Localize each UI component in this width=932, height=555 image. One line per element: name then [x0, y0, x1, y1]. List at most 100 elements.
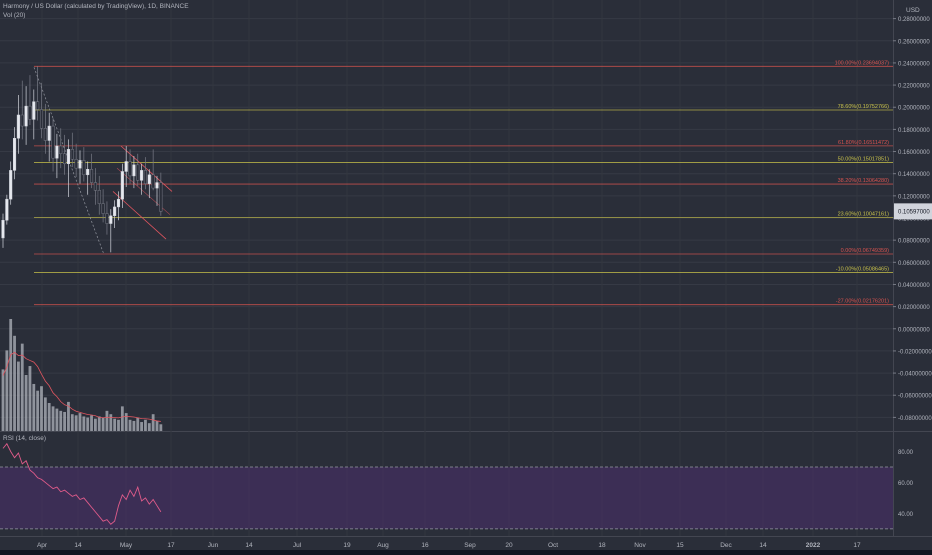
candle-body [66, 149, 71, 164]
time-tick-label: 17 [167, 542, 175, 549]
price-tick-label: 0.18000000 [898, 128, 930, 134]
volume-bar [24, 375, 28, 431]
candle-body [78, 160, 82, 169]
candle-body [63, 153, 67, 164]
rsi-band-fill [0, 466, 893, 529]
volume-bar [155, 420, 159, 431]
time-tick-label: May [120, 542, 133, 549]
price-tick-label: 0.16000000 [898, 150, 930, 156]
volume-bar [86, 417, 90, 431]
rsi-tick-label: 80.00 [898, 450, 914, 456]
time-tick-label: 19 [343, 542, 351, 549]
candle-body [13, 137, 17, 171]
volume-bar [28, 366, 32, 431]
candle-body [93, 182, 97, 191]
fib-level-label: 78.60%(0.19752766) [838, 104, 890, 110]
chart-svg[interactable]: 100.00%(0.23694037) 78.60%(0.19752766) 61.… [0, 0, 932, 550]
time-tick-label: Nov [634, 542, 646, 549]
fib-level-label: 23.60%(0.10047161) [838, 211, 890, 217]
time-tick-label: 18 [598, 542, 606, 549]
candle-body [5, 198, 9, 221]
volume-bar [105, 410, 109, 431]
volume-bar [13, 335, 16, 431]
candle-body [151, 174, 155, 189]
fib-level-label: 61.80%(0.16511472) [838, 140, 889, 146]
candle-body [9, 170, 13, 200]
candle-body [51, 125, 55, 159]
candle-body [74, 159, 78, 169]
price-tick-label: 0.26000000 [898, 39, 930, 45]
price-axis[interactable]: 0.28000000 0.26000000 0.24000000 0.22000000… [893, 17, 932, 518]
volume-bar [132, 420, 136, 431]
volume-bar [147, 423, 151, 431]
volume-bar [120, 406, 124, 431]
volume-indicator-label: Vol (20) [3, 12, 26, 19]
candle-body [120, 171, 124, 200]
candle-body [70, 149, 74, 160]
rsi-pane [0, 442, 893, 530]
candle-body [116, 198, 121, 208]
time-tick-label: Aug [377, 542, 389, 549]
candle-body [55, 145, 59, 159]
volume-bar [94, 418, 97, 431]
candle-body [39, 109, 44, 129]
volume-bar [136, 417, 140, 431]
volume-bar [55, 408, 59, 431]
time-tick-label: Jul [293, 542, 302, 549]
rsi-indicator-label: RSI (14, close) [3, 435, 46, 442]
price-tick-label: 0.08000000 [898, 239, 930, 245]
volume-bar [5, 350, 9, 431]
price-tick-label: 0.12000000 [898, 194, 930, 200]
candle-body [36, 101, 40, 110]
price-tick-label: 0.28000000 [898, 17, 930, 23]
price-tick-label: -0.02000000 [898, 349, 932, 355]
fib-level-label: -10.00%(0.05086465) [836, 266, 889, 272]
candle-body [147, 174, 151, 184]
chart-window: 100.00%(0.23694037) 78.60%(0.19752766) 61.… [0, 0, 932, 550]
price-tick-label: 0.02000000 [898, 305, 930, 311]
volume-bar [32, 383, 36, 431]
volume-bar [113, 418, 117, 431]
candle-body [90, 169, 94, 183]
candle-body [47, 125, 51, 141]
volume-bar [51, 406, 55, 431]
time-tick-label: 20 [505, 542, 513, 549]
candle-body [159, 182, 163, 212]
price-tick-label: 0.20000000 [898, 106, 930, 112]
volume-bar [144, 419, 147, 431]
volume-bar [43, 397, 47, 431]
volume-bar [97, 416, 101, 431]
price-tick-label: 0.24000000 [898, 61, 930, 67]
volume-bar [36, 390, 40, 431]
price-tick-label: 0.06000000 [898, 261, 930, 267]
last-price-label: 0.10597000 [898, 209, 930, 215]
price-tick-label: 0.14000000 [898, 172, 930, 178]
candle-body [16, 114, 20, 139]
price-tick-label: 0.22000000 [898, 84, 930, 90]
candle-body [32, 101, 36, 120]
time-tick-label: Jun [208, 542, 219, 549]
price-tick-label: -0.08000000 [898, 416, 932, 422]
candle-body [101, 203, 105, 214]
candle-body [124, 161, 128, 172]
volume-bar [74, 415, 78, 431]
candle-body [155, 182, 159, 189]
candle-body [143, 170, 147, 184]
volume-bar [124, 413, 128, 431]
candle-body [43, 128, 47, 141]
time-axis[interactable]: Apr 14 May 17 Jun 14 Jul 19 Aug 16 Sep 20 Oct 18 Nov 15… [37, 542, 861, 549]
time-tick-label: 2022 [806, 542, 821, 549]
fib-level-label: 50.00%(0.15017851) [838, 156, 890, 162]
candle-body [136, 164, 140, 181]
candle-body [109, 215, 113, 224]
price-tick-label: -0.04000000 [898, 372, 932, 378]
symbol-title: Harmony / US Dollar (calculated by Tradi… [3, 3, 189, 10]
candle-body [140, 170, 144, 181]
candle-body [128, 161, 132, 177]
fib-level-label: 38.20%(0.13064280) [838, 178, 890, 184]
volume-bar [47, 403, 51, 431]
volume-bar [1, 369, 5, 431]
price-tick-label: 0.04000000 [898, 283, 930, 289]
rsi-tick-label: 40.00 [898, 512, 914, 518]
main-pane-bg [0, 0, 893, 431]
